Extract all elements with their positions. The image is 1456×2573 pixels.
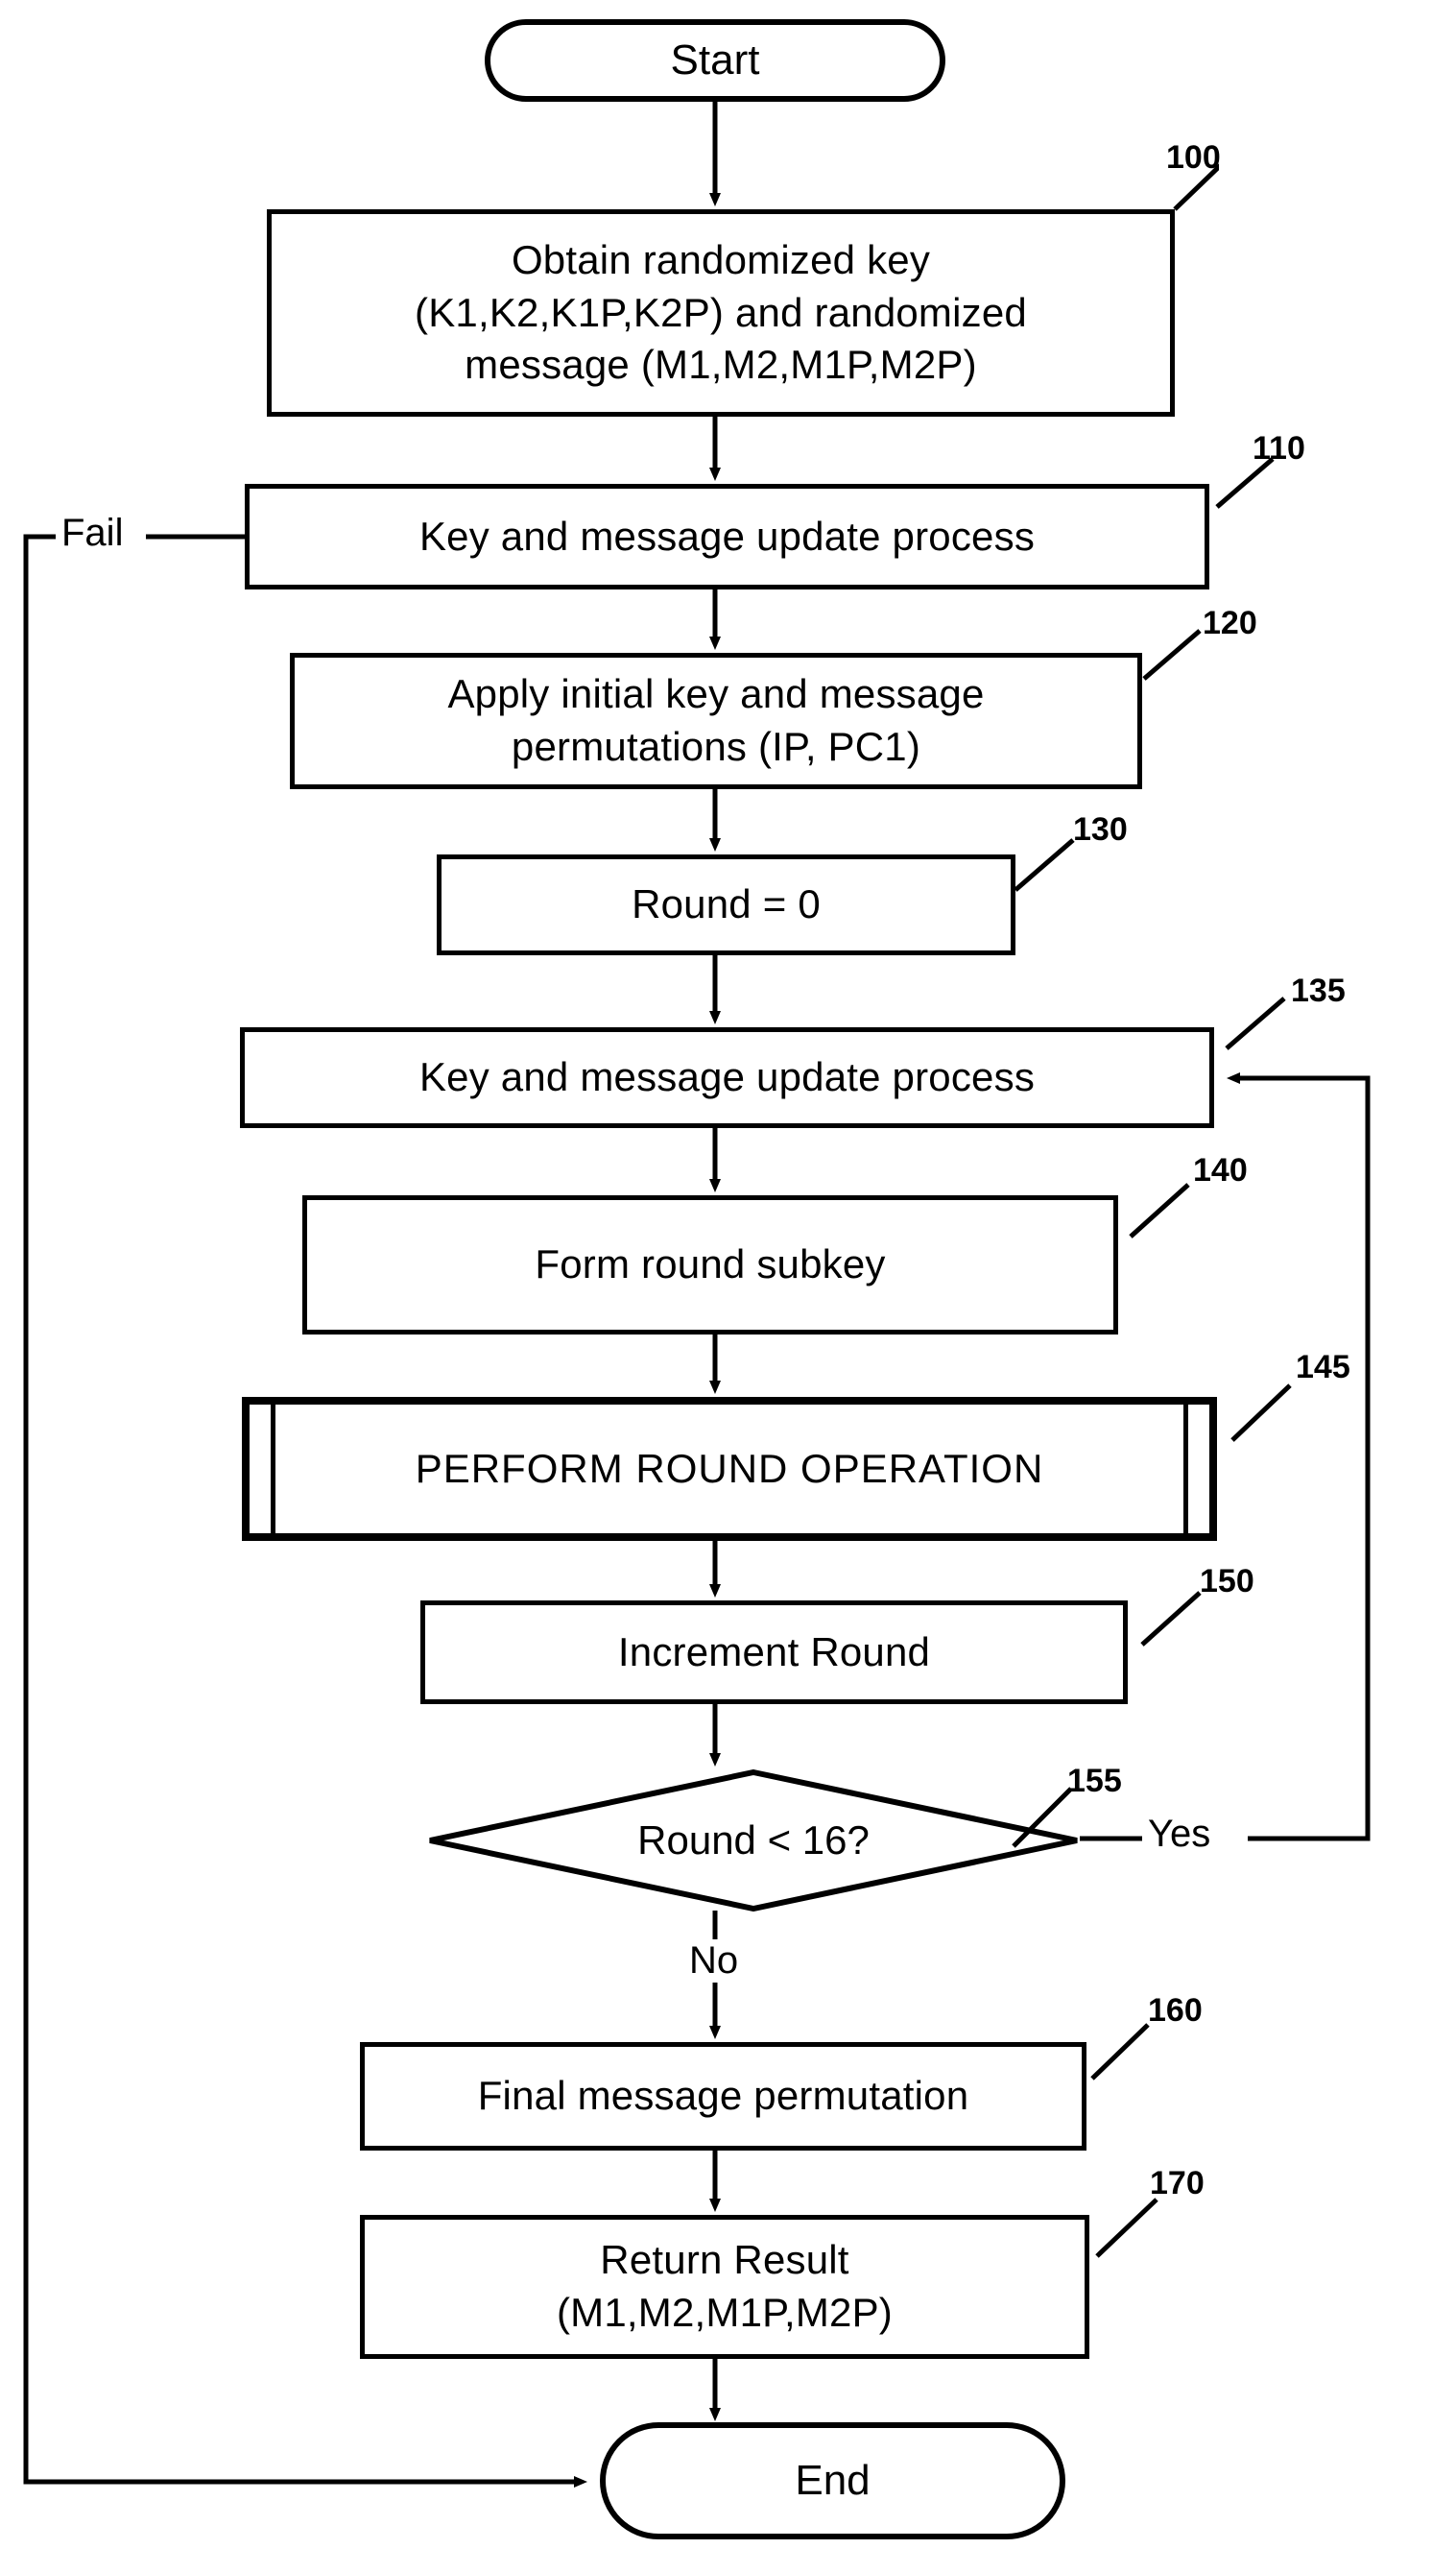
node-obtain-randomized-key-label: Obtain randomized key (K1,K2,K1P,K2P) an…	[415, 237, 1027, 388]
node-key-message-update-1-label: Key and message update process	[418, 513, 1036, 559]
node-final-message-permutation-label: Final message permutation	[477, 2073, 969, 2119]
edge-label-no: No	[683, 1939, 745, 1983]
ref-label-170: 170	[1150, 2165, 1205, 2201]
predefined-bar-left	[271, 1405, 275, 1533]
node-end-label: End	[795, 2457, 871, 2505]
node-perform-round-operation-label: PERFORM ROUND OPERATION	[415, 1445, 1044, 1491]
node-final-message-permutation: Final message permutation	[360, 2042, 1086, 2151]
node-apply-permutations-label: Apply initial key and message permutatio…	[447, 671, 985, 769]
node-return-result: Return Result (M1,M2,M1P,M2P)	[360, 2215, 1089, 2359]
node-round-init-label: Round = 0	[632, 881, 821, 927]
ref-label-135: 135	[1291, 973, 1346, 1009]
node-start-label: Start	[670, 36, 760, 84]
leader-line-120	[1142, 629, 1202, 681]
predefined-bar-right	[1183, 1405, 1188, 1533]
ref-label-120: 120	[1203, 605, 1257, 641]
node-form-round-subkey-label: Form round subkey	[535, 1241, 886, 1287]
ref-label-150: 150	[1200, 1563, 1254, 1599]
node-start: Start	[485, 19, 945, 102]
node-key-message-update-2: Key and message update process	[240, 1027, 1214, 1128]
edge-155-yes-loop-to-135	[1227, 1072, 1371, 1841]
flowchart-canvas: Start Obtain randomized key (K1,K2,K1P,K…	[0, 0, 1456, 2573]
node-return-result-label: Return Result (M1,M2,M1P,M2P)	[557, 2237, 893, 2335]
ref-label-100: 100	[1166, 139, 1221, 176]
node-end: End	[600, 2422, 1065, 2539]
ref-label-110: 110	[1253, 430, 1305, 467]
edge-label-yes: Yes	[1142, 1813, 1217, 1856]
ref-label-160: 160	[1148, 1992, 1203, 2029]
node-perform-round-operation: PERFORM ROUND OPERATION	[242, 1397, 1217, 1541]
ref-label-145: 145	[1296, 1349, 1350, 1385]
node-key-message-update-2-label: Key and message update process	[418, 1054, 1036, 1100]
node-apply-permutations: Apply initial key and message permutatio…	[290, 653, 1142, 789]
ref-label-155: 155	[1067, 1763, 1122, 1799]
node-obtain-randomized-key: Obtain randomized key (K1,K2,K1P,K2P) an…	[267, 209, 1175, 417]
node-key-message-update-1: Key and message update process	[245, 484, 1209, 589]
node-round-init: Round = 0	[437, 854, 1015, 955]
node-decision-round-lt-16-label: Round < 16?	[637, 1817, 870, 1863]
ref-label-140: 140	[1193, 1152, 1248, 1189]
ref-label-130: 130	[1073, 811, 1128, 848]
node-increment-round-label: Increment Round	[617, 1628, 931, 1674]
node-increment-round: Increment Round	[420, 1600, 1128, 1704]
node-form-round-subkey: Form round subkey	[302, 1195, 1118, 1335]
edge-label-fail: Fail	[56, 512, 130, 555]
